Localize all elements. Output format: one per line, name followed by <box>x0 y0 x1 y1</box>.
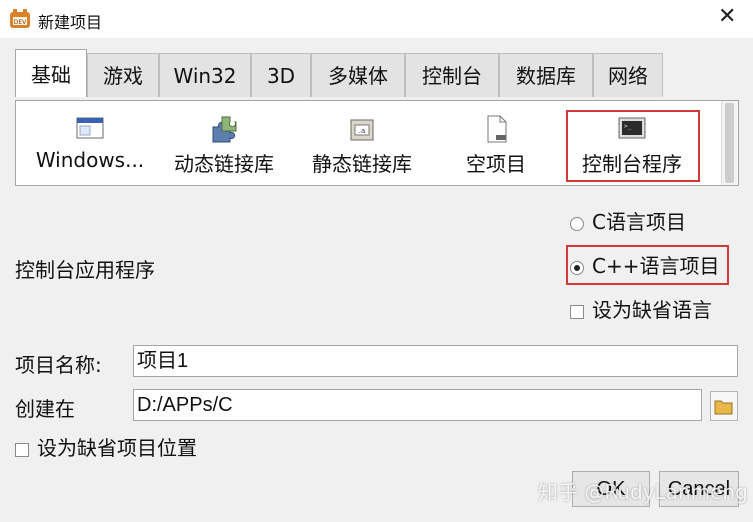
template-description: 控制台应用程序 <box>15 258 155 282</box>
location-label: 创建在 <box>15 397 75 421</box>
project-name-label: 项目名称: <box>15 353 102 377</box>
template-dll[interactable]: 动态链接库 <box>166 101 282 185</box>
c-language-label: C语言项目 <box>592 210 686 234</box>
folder-icon <box>714 400 733 415</box>
puzzle-icon <box>212 116 237 143</box>
c-language-option[interactable]: C语言项目 <box>570 208 686 236</box>
default-language-checkbox-row[interactable]: 设为缺省语言 <box>570 296 712 324</box>
template-lib[interactable]: .a 静态链接库 <box>304 101 420 185</box>
template-empty[interactable]: 空项目 <box>446 101 546 185</box>
default-location-checkbox[interactable] <box>15 442 29 457</box>
title-bar: DEV 新建项目 ✕ <box>0 0 753 38</box>
template-label: 空项目 <box>466 152 526 176</box>
template-windows[interactable]: Windows... <box>30 101 150 185</box>
project-name-input[interactable]: 项目1 <box>133 345 738 377</box>
tab-win32[interactable]: Win32 <box>159 53 251 97</box>
template-label: 动态链接库 <box>174 152 274 176</box>
tab-basic[interactable]: 基础 <box>15 49 87 97</box>
tab-database[interactable]: 数据库 <box>499 53 593 97</box>
tab-console[interactable]: 控制台 <box>405 53 499 97</box>
default-language-label: 设为缺省语言 <box>592 298 712 322</box>
close-icon[interactable]: ✕ <box>718 4 736 29</box>
selected-template-highlight <box>566 110 700 182</box>
template-label: Windows... <box>35 148 145 172</box>
default-location-label: 设为缺省项目位置 <box>37 436 197 460</box>
window-icon <box>76 117 104 139</box>
tab-game[interactable]: 游戏 <box>87 53 159 97</box>
list-scrollbar[interactable] <box>721 101 738 185</box>
default-location-checkbox-row[interactable]: 设为缺省项目位置 <box>15 434 197 462</box>
selected-language-highlight <box>566 245 729 285</box>
tab-network[interactable]: 网络 <box>593 53 663 97</box>
watermark: 知乎 @RudyLanmeng <box>538 480 748 504</box>
tab-multimedia[interactable]: 多媒体 <box>311 53 405 97</box>
app-icon: DEV <box>10 9 30 28</box>
browse-folder-button[interactable] <box>710 391 738 421</box>
svg-text:DEV: DEV <box>14 19 27 26</box>
empty-file-icon <box>487 115 507 143</box>
window-title: 新建项目 <box>38 13 103 32</box>
radio-c[interactable] <box>570 216 584 231</box>
library-icon: .a <box>350 119 374 141</box>
svg-text:.a: .a <box>359 127 366 135</box>
tab-3d[interactable]: 3D <box>251 53 311 97</box>
scrollbar-thumb[interactable] <box>725 103 734 183</box>
default-language-checkbox[interactable] <box>570 304 584 319</box>
template-label: 静态链接库 <box>312 152 412 176</box>
location-input[interactable]: D:/APPs/C <box>133 389 702 421</box>
